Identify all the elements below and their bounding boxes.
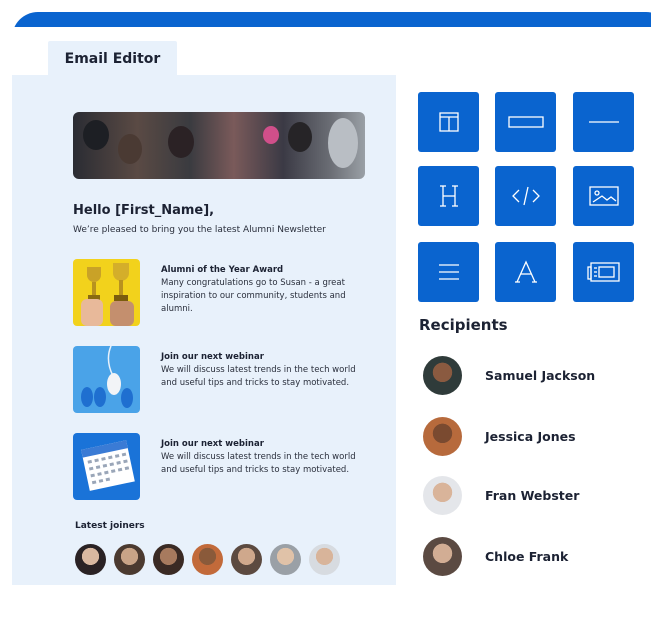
- image-block-button[interactable]: [573, 166, 634, 226]
- greeting-heading: Hello [First_Name],: [73, 203, 215, 218]
- recipient-row[interactable]: Chloe Frank: [423, 537, 568, 576]
- article-title: Alumni of the Year Award: [161, 265, 284, 275]
- hero-banner-image[interactable]: [73, 112, 365, 179]
- latest-joiners-label: Latest joiners: [75, 521, 145, 531]
- tab-email-editor[interactable]: Email Editor: [48, 41, 177, 77]
- trophies-image[interactable]: [73, 259, 140, 326]
- recipients-heading: Recipients: [419, 316, 508, 334]
- columns-icon: [438, 112, 459, 132]
- button-icon: [507, 116, 544, 128]
- recipient-name: Samuel Jackson: [485, 368, 596, 383]
- font-block-button[interactable]: [495, 242, 556, 302]
- latest-joiners-avatars: [75, 544, 340, 575]
- mouse-image[interactable]: [73, 346, 140, 413]
- article-title: Join our next webinar: [161, 439, 264, 449]
- video-icon: [586, 262, 620, 282]
- avatar[interactable]: [309, 544, 340, 575]
- divider-icon: [588, 121, 619, 123]
- avatar: [423, 476, 462, 515]
- avatar[interactable]: [231, 544, 262, 575]
- article-body: Many congratulations go to Susan - a gre…: [161, 278, 346, 314]
- video-block-button[interactable]: [573, 242, 634, 302]
- image-icon: [588, 186, 619, 206]
- avatar: [423, 356, 462, 395]
- avatar[interactable]: [192, 544, 223, 575]
- text-icon: [438, 264, 459, 280]
- avatar[interactable]: [270, 544, 301, 575]
- recipient-row[interactable]: Samuel Jackson: [423, 356, 595, 395]
- button-block-button[interactable]: [495, 92, 556, 152]
- avatar: [423, 537, 462, 576]
- heading-icon: [439, 185, 458, 207]
- intro-text: We’re pleased to bring you the latest Al…: [73, 225, 326, 235]
- recipient-row[interactable]: Fran Webster: [423, 476, 579, 515]
- recipient-name: Jessica Jones: [485, 429, 576, 444]
- avatar: [423, 417, 462, 456]
- recipient-name: Chloe Frank: [485, 549, 569, 564]
- recipient-row[interactable]: Jessica Jones: [423, 417, 576, 456]
- text-block-button[interactable]: [418, 242, 479, 302]
- article-body: We will discuss latest trends in the tec…: [161, 365, 356, 388]
- font-icon: [514, 260, 537, 283]
- article-body: We will discuss latest trends in the tec…: [161, 452, 356, 475]
- article-title: Join our next webinar: [161, 352, 264, 362]
- code-block-button[interactable]: [495, 166, 556, 226]
- columns-block-button[interactable]: [418, 92, 479, 152]
- divider-block-button[interactable]: [573, 92, 634, 152]
- avatar[interactable]: [75, 544, 106, 575]
- heading-block-button[interactable]: [418, 166, 479, 226]
- recipient-name: Fran Webster: [485, 488, 580, 503]
- code-icon: [511, 186, 540, 206]
- calendar-image[interactable]: [73, 433, 140, 500]
- avatar[interactable]: [114, 544, 145, 575]
- avatar[interactable]: [153, 544, 184, 575]
